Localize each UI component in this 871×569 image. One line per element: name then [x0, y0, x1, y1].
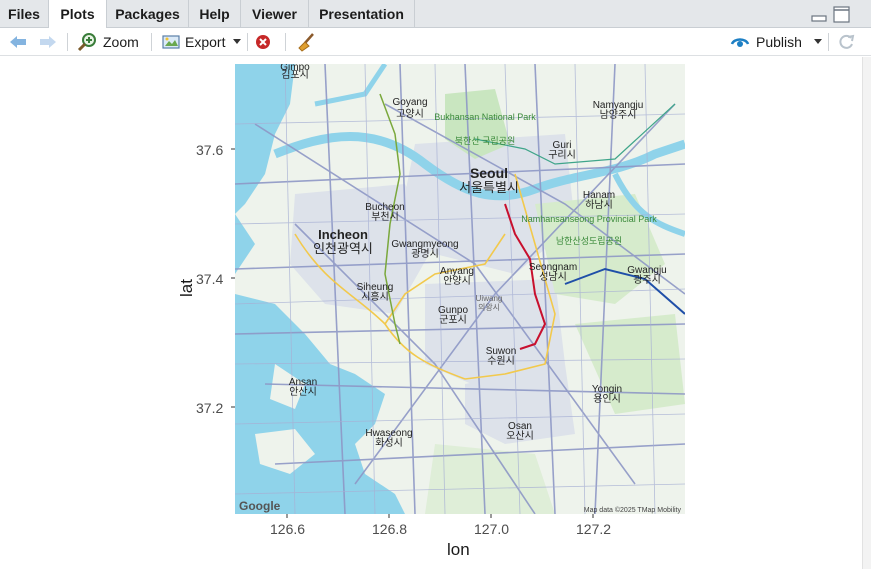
place-label-ko: 수원시: [487, 355, 515, 367]
tab-presentation[interactable]: Presentation: [309, 0, 415, 28]
place-label-ko: 남한산성도립공원: [556, 236, 622, 246]
map-tile: Gimpo 김포시 Goyang 고양시 Bukhansan National …: [235, 64, 685, 514]
place-label-en: Goyang: [392, 97, 427, 108]
place-label-ko: 부천시: [371, 211, 399, 223]
x-axis-title: lon: [447, 540, 470, 559]
place-label-en: Seoul: [470, 165, 508, 181]
place-label-ko: 광명시: [411, 248, 439, 260]
place-label-ko: 시흥시: [361, 290, 389, 303]
maximize-pane-icon[interactable]: [833, 6, 850, 23]
y-tick-label: 37.6: [196, 142, 224, 158]
x-tick-label: 126.6: [270, 521, 306, 537]
google-logo: Google: [239, 499, 281, 513]
chevron-down-icon: [233, 39, 242, 45]
place-label-en: Namhansanseong Provincial Park: [521, 214, 657, 224]
minimize-pane-icon[interactable]: [811, 7, 827, 23]
zoom-icon: [77, 32, 97, 52]
place-label-ko: 김포시: [281, 69, 309, 81]
toolbar-separator: [828, 33, 829, 51]
chevron-down-icon: [813, 39, 822, 45]
place-label-ko: 고양시: [396, 108, 424, 120]
y-axis-title: lat: [177, 279, 196, 297]
vertical-scrollbar[interactable]: [862, 57, 871, 569]
place-label-en: Uiwang: [476, 294, 503, 303]
tab-packages[interactable]: Packages: [107, 0, 189, 28]
broom-icon[interactable]: [296, 28, 316, 56]
place-label-ko: 화성시: [375, 437, 403, 449]
place-label-ko: 안양시: [443, 275, 471, 287]
place-label-ko: 구리시: [548, 149, 576, 161]
publish-button[interactable]: Publish: [730, 28, 822, 56]
y-tick-label: 37.4: [196, 271, 224, 287]
tab-files[interactable]: Files: [0, 0, 49, 28]
zoom-button[interactable]: Zoom: [77, 28, 139, 56]
y-axis-ticks: [231, 148, 235, 408]
tab-viewer[interactable]: Viewer: [241, 0, 309, 28]
place-label-ko: 성남시: [539, 271, 567, 283]
tab-help[interactable]: Help: [189, 0, 241, 28]
map-graphic: Gimpo 김포시 Goyang 고양시 Bukhansan National …: [235, 64, 685, 514]
publish-icon: [730, 34, 750, 50]
place-label-ko: 서울특별시: [459, 180, 519, 195]
export-icon: [161, 33, 181, 51]
toolbar-separator: [247, 33, 248, 51]
refresh-icon[interactable]: [837, 28, 855, 56]
x-tick-label: 126.8: [372, 521, 408, 537]
plots-toolbar: Zoom Export Publish: [0, 28, 871, 56]
back-arrow-icon[interactable]: [8, 28, 28, 56]
toolbar-separator: [285, 33, 286, 51]
remove-plot-icon[interactable]: [255, 28, 271, 56]
place-label-en: Bukhansan National Park: [434, 112, 536, 122]
pane-tab-bar: Files Plots Packages Help Viewer Present…: [0, 0, 871, 29]
publish-label: Publish: [756, 34, 802, 50]
x-tick-label: 127.2: [576, 521, 612, 537]
place-label-ko: 의왕시: [478, 302, 500, 312]
toolbar-separator: [151, 33, 152, 51]
place-label-ko: 군포시: [439, 314, 467, 326]
x-tick-label: 127.0: [474, 521, 510, 537]
place-label-ko: 남양주시: [600, 109, 637, 121]
place-label-ko: 인천광역시: [313, 241, 373, 256]
zoom-label: Zoom: [103, 34, 139, 50]
tab-plots[interactable]: Plots: [49, 0, 107, 29]
place-label-ko: 오산시: [506, 430, 534, 442]
forward-arrow-icon[interactable]: [38, 28, 58, 56]
place-label-ko: 광주시: [633, 274, 661, 286]
place-label-ko: 북한산 국립공원: [455, 136, 515, 146]
export-label: Export: [185, 34, 226, 50]
export-button[interactable]: Export: [161, 28, 242, 56]
map-attribution: Map data ©2025 TMap Mobility: [584, 506, 682, 514]
toolbar-separator: [67, 33, 68, 51]
y-tick-label: 37.2: [196, 400, 224, 416]
place-label-en: Incheon: [318, 227, 368, 242]
place-label-ko: 용인시: [593, 393, 621, 405]
place-label-ko: 하남시: [585, 198, 613, 211]
place-label-ko: 안산시: [289, 386, 317, 398]
